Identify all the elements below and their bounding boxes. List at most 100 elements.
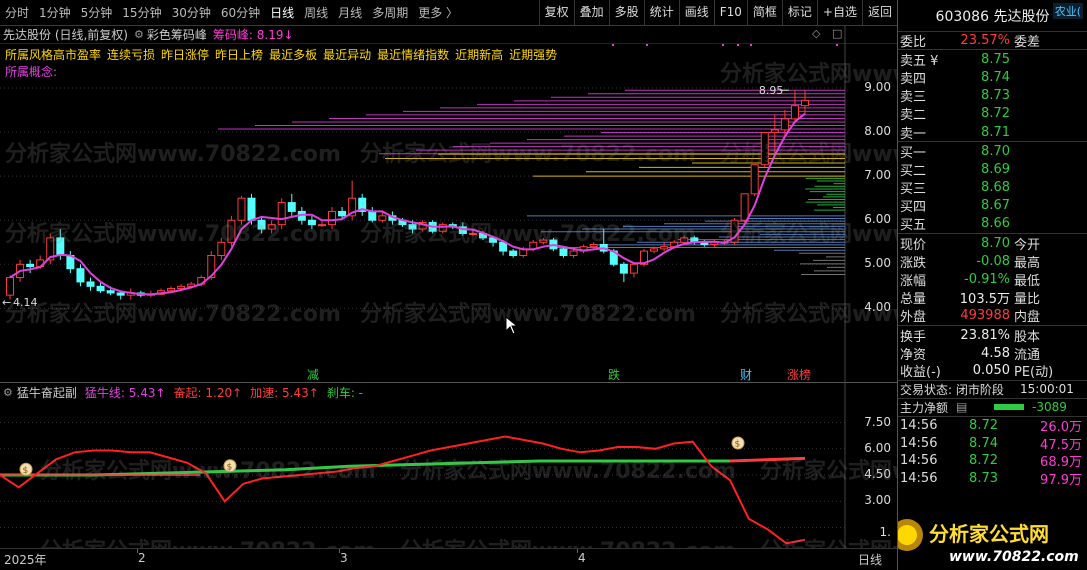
industry-tag[interactable]: 农业( bbox=[1052, 3, 1083, 19]
timeframe-tab[interactable]: 15分钟 bbox=[117, 4, 166, 21]
tick-volume: 68.9万 bbox=[1040, 455, 1082, 471]
candle-body bbox=[740, 193, 749, 221]
candle-body bbox=[267, 224, 276, 230]
candle-body bbox=[167, 288, 176, 292]
asks-row[interactable]: 卖五 ¥ 8.75 bbox=[898, 50, 1087, 69]
stat-value: 4.58 bbox=[981, 345, 1010, 361]
logo-url: www.70822.com bbox=[949, 549, 1079, 565]
indicator-axis-label: 6.00 bbox=[864, 440, 891, 455]
timeframe-tab[interactable]: 1分钟 bbox=[34, 4, 76, 21]
money-bag-glyph: $ bbox=[735, 440, 741, 450]
stat-row: 净资 4.58 流通 bbox=[898, 344, 1087, 363]
weibi-value: 23.57% bbox=[960, 33, 1010, 49]
timeframe-tab[interactable]: 60分钟 bbox=[216, 4, 265, 21]
main-chart-panel[interactable]: 先达股份 (日线,前复权) ⚙ 彩色筹码峰 筹码峰: 8.19↓ ◇ □ 所属风… bbox=[0, 26, 897, 382]
timeframe-tab[interactable]: 多周期 bbox=[367, 4, 413, 21]
toolbar-button[interactable]: 叠加 bbox=[573, 0, 609, 25]
indicator-axis-label: 1. bbox=[879, 524, 891, 539]
asks-row[interactable]: 卖四 8.74 bbox=[898, 68, 1087, 87]
high-price-label: 8.95 bbox=[759, 84, 784, 97]
stat-label-right: 今开 bbox=[1014, 237, 1041, 253]
event-mark[interactable]: 财 bbox=[740, 366, 752, 382]
indicator-panel[interactable]: ⚙ 猛牛奋起副 猛牛线: 5.43↑ 奋起: 1.20↑ 加速: 5.43↑ 刹车: … bbox=[0, 382, 897, 548]
bids-row[interactable]: 买一 8.70 bbox=[898, 142, 1087, 161]
timeframe-tab[interactable]: 日线 bbox=[265, 4, 299, 21]
candle-body bbox=[328, 210, 337, 226]
asks-row[interactable]: 卖三 8.73 bbox=[898, 87, 1087, 105]
main-flow-value: -3089 bbox=[1032, 400, 1067, 415]
timeframe-tab[interactable]: 周线 bbox=[299, 4, 333, 21]
stat-row: 涨跌 -0.08 最高 bbox=[898, 252, 1087, 271]
stat-label-right: 股本 bbox=[1014, 329, 1041, 345]
candle-body bbox=[619, 263, 628, 274]
stat-label-right: 内盘 bbox=[1014, 310, 1041, 326]
candle-body bbox=[287, 202, 296, 212]
bids-price: 8.68 bbox=[981, 180, 1010, 196]
stat-value: 0.050 bbox=[972, 363, 1010, 379]
toolbar: 分时 1分钟 5分钟 15分钟 30分钟 60分钟 日线 周线 月线 多周期 更多 〉 复权 叠加 多股… bbox=[0, 0, 897, 26]
tick-row: 14:56 8.72 26.0万 bbox=[898, 417, 1087, 435]
timeframe-tab[interactable]: 月线 bbox=[333, 4, 367, 21]
asks-row[interactable]: 卖一 8.71 bbox=[898, 123, 1087, 142]
bids-row[interactable]: 买三 8.68 bbox=[898, 179, 1087, 197]
stat-label: 收益(-) bbox=[900, 365, 941, 381]
tick-price: 8.72 bbox=[969, 453, 998, 469]
weicha-label: 委差 bbox=[1014, 35, 1041, 51]
bids-row[interactable]: 买四 8.67 bbox=[898, 197, 1087, 215]
candle-body bbox=[378, 215, 387, 221]
quote-title: 603086 先达股份 农业( bbox=[898, 0, 1087, 32]
timeframe-tab[interactable]: 5分钟 bbox=[76, 4, 118, 21]
event-mark[interactable]: 跌 bbox=[608, 366, 620, 382]
period-label[interactable]: 日线 bbox=[858, 551, 882, 568]
stat-label: 涨跌 bbox=[900, 255, 927, 271]
indicator-chart[interactable]: $ $ $ bbox=[0, 383, 897, 548]
candle-body bbox=[760, 132, 769, 166]
candle-body bbox=[6, 277, 14, 296]
asks-row[interactable]: 卖二 8.72 bbox=[898, 105, 1087, 123]
event-mark[interactable]: 涨榜 bbox=[787, 366, 811, 382]
stat-value: -0.91% bbox=[964, 272, 1010, 288]
date-tick bbox=[577, 549, 578, 553]
stat-label: 净资 bbox=[900, 347, 927, 363]
candle-body bbox=[338, 210, 347, 217]
price-axis-label: 6.00 bbox=[864, 212, 891, 227]
tick-time: 14:56 bbox=[900, 470, 938, 486]
toolbar-button[interactable]: 统计 bbox=[643, 0, 679, 25]
bids-label: 买三 bbox=[900, 182, 927, 198]
toolbar-button[interactable]: 复权 bbox=[538, 0, 574, 25]
asks-price: 8.74 bbox=[981, 69, 1010, 85]
candle-body bbox=[790, 105, 799, 120]
stat-row: 收益(-) 0.050 PE(动) bbox=[898, 362, 1087, 381]
toolbar-button[interactable]: 返回 bbox=[861, 0, 897, 25]
candle-body bbox=[307, 219, 316, 226]
stat-row: 换手 23.81% 股本 bbox=[898, 326, 1087, 345]
timeframe-tab[interactable]: 30分钟 bbox=[167, 4, 216, 21]
stat-value: 103.5万 bbox=[959, 292, 1010, 308]
signal-dot bbox=[612, 44, 614, 46]
candle-body bbox=[257, 219, 266, 230]
toolbar-button[interactable]: 画线 bbox=[678, 0, 714, 25]
timeframe-tab[interactable]: 更多 〉 bbox=[413, 4, 463, 21]
candlestick-chart[interactable]: 8.95 4.14← bbox=[0, 26, 897, 382]
quote-panel: 603086 先达股份 农业( 委比 23.57% 委差 卖五 ¥ 8.75 卖四 8… bbox=[897, 0, 1087, 570]
candle-body bbox=[116, 292, 125, 296]
tick-time: 14:56 bbox=[900, 435, 938, 451]
money-bag-glyph: $ bbox=[227, 462, 233, 472]
toolbar-button[interactable]: 多股 bbox=[608, 0, 644, 25]
asks-label: 卖四 bbox=[900, 71, 927, 87]
bids-row[interactable]: 买五 8.66 bbox=[898, 215, 1087, 233]
toolbar-button[interactable]: 简框 bbox=[746, 0, 782, 25]
bids-row[interactable]: 买二 8.69 bbox=[898, 160, 1087, 179]
list-icon[interactable]: ▤ bbox=[956, 400, 994, 414]
toolbar-button[interactable]: F10 bbox=[713, 0, 747, 25]
toolbar-button[interactable]: +自选 bbox=[816, 0, 862, 25]
stat-label-right: 最低 bbox=[1014, 274, 1041, 290]
toolbar-button[interactable]: 标记 bbox=[781, 0, 817, 25]
signal-dot bbox=[646, 44, 648, 46]
timeframe-tab[interactable]: 分时 bbox=[0, 4, 34, 21]
money-bag-glyph: $ bbox=[23, 466, 29, 476]
tick-row: 14:56 8.72 68.9万 bbox=[898, 452, 1087, 470]
low-price-label: 4.14 bbox=[13, 296, 38, 309]
event-mark[interactable]: 减 bbox=[307, 366, 319, 382]
date-axis: 2025年 2 3 4 日线 bbox=[0, 548, 897, 570]
